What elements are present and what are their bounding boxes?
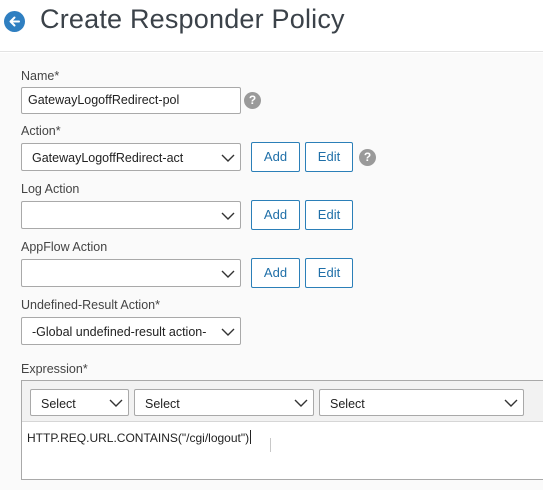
expression-toolbar: Select Select Select	[22, 381, 543, 422]
appflow-action-add-button[interactable]: Add	[251, 258, 300, 288]
expression-editor: Select Select Select HTTP.REQ.URL.CONTAI…	[21, 380, 543, 480]
expression-textarea[interactable]: HTTP.REQ.URL.CONTAINS("/cgi/logout")	[27, 430, 252, 445]
undefined-result-action-select[interactable]: -Global undefined-result action-	[21, 317, 241, 345]
text-caret	[250, 430, 252, 444]
log-action-add-button[interactable]: Add	[251, 200, 300, 230]
chevron-down-icon	[221, 328, 235, 336]
page-header: Create Responder Policy	[0, 0, 543, 52]
action-select[interactable]: GatewayLogoffRedirect-act	[21, 143, 241, 171]
expression-select-3[interactable]: Select	[319, 389, 524, 416]
expression-value: HTTP.REQ.URL.CONTAINS("/cgi/logout")	[27, 431, 250, 445]
undefined-result-action-label: Undefined-Result Action*	[21, 298, 160, 312]
form-panel: Name* GatewayLogoffRedirect-pol ? Action…	[0, 53, 543, 490]
action-add-button[interactable]: Add	[251, 142, 300, 172]
appflow-action-select[interactable]	[21, 259, 241, 287]
name-help-icon[interactable]: ?	[244, 92, 261, 109]
expression-select-2-value: Select	[145, 397, 180, 411]
chevron-down-icon	[221, 154, 235, 162]
expression-select-2[interactable]: Select	[134, 389, 314, 416]
chevron-down-icon	[294, 399, 308, 407]
action-label: Action*	[21, 124, 61, 138]
expression-select-3-value: Select	[330, 397, 365, 411]
chevron-down-icon	[221, 212, 235, 220]
back-arrow-icon	[9, 16, 20, 27]
name-label: Name*	[21, 69, 60, 83]
ibeam-cursor-icon	[270, 438, 271, 452]
log-action-select[interactable]	[21, 201, 241, 229]
expression-select-1[interactable]: Select	[30, 389, 129, 416]
back-button[interactable]	[4, 11, 25, 32]
chevron-down-icon	[109, 399, 123, 407]
action-help-icon[interactable]: ?	[359, 149, 376, 166]
log-action-label: Log Action	[21, 182, 80, 196]
page-title: Create Responder Policy	[40, 4, 345, 34]
expression-label: Expression*	[21, 362, 88, 376]
expression-select-1-value: Select	[41, 397, 76, 411]
chevron-down-icon	[221, 270, 235, 278]
log-action-edit-button[interactable]: Edit	[305, 200, 353, 230]
appflow-action-label: AppFlow Action	[21, 240, 108, 254]
action-select-value: GatewayLogoffRedirect-act	[32, 151, 184, 165]
action-edit-button[interactable]: Edit	[305, 142, 353, 172]
appflow-action-edit-button[interactable]: Edit	[305, 258, 353, 288]
undefined-result-action-select-value: -Global undefined-result action-	[32, 325, 207, 339]
name-input[interactable]: GatewayLogoffRedirect-pol	[21, 87, 241, 114]
chevron-down-icon	[504, 399, 518, 407]
